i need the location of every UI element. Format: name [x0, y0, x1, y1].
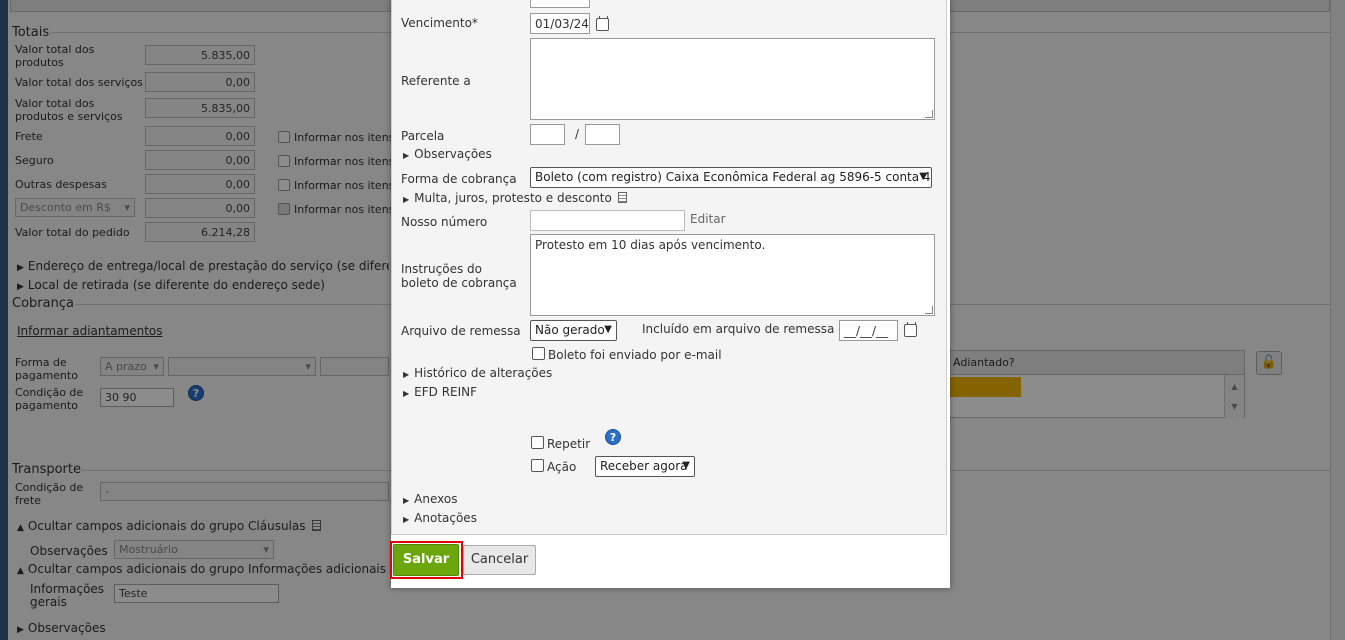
chevron-down-icon: ▼ [682, 460, 690, 471]
action-label: Ação [547, 460, 577, 474]
instructions-label: Instruções do boleto de cobrança [401, 262, 517, 290]
instructions-textarea[interactable]: Protesto em 10 dias após vencimento. [530, 234, 935, 316]
installment-label: Parcela [401, 129, 445, 143]
triangle-right-icon: ▶ [403, 515, 410, 524]
reference-label: Referente a [401, 74, 471, 88]
chevron-down-icon: ▼ [604, 324, 612, 335]
repeat-label: Repetir [547, 437, 591, 451]
installment-separator: / [575, 127, 580, 141]
save-button-highlight [390, 541, 463, 579]
our-number-input[interactable] [530, 210, 685, 231]
calendar-icon[interactable] [596, 16, 609, 31]
included-remittance-label: Incluído em arquivo de remessa em [642, 322, 858, 336]
cancel-button[interactable]: Cancelar [463, 545, 536, 575]
due-date-label: Vencimento* [401, 16, 478, 30]
triangle-right-icon: ▶ [403, 370, 410, 379]
triangle-right-icon: ▶ [403, 496, 410, 505]
remittance-label: Arquivo de remessa [401, 324, 521, 338]
edit-link[interactable]: Editar [690, 212, 726, 226]
history-toggle[interactable]: ▶ Histórico de alterações [403, 366, 552, 380]
document-icon [617, 192, 627, 203]
observations-toggle[interactable]: ▶ Observações [403, 147, 492, 161]
reference-textarea[interactable] [530, 38, 935, 120]
billing-method-select[interactable]: Boleto (com registro) Caixa Econômica Fe… [530, 167, 932, 188]
previous-date-input[interactable] [530, 0, 590, 8]
action-select[interactable]: Receber agora ▼ [595, 456, 695, 477]
calendar-icon[interactable] [904, 322, 917, 337]
email-sent-checkbox[interactable] [532, 347, 545, 360]
remittance-select[interactable]: Não gerado ▼ [530, 320, 617, 341]
billing-modal: Vencimento* 01/03/24 Referente a Parcela… [391, 0, 950, 588]
resize-grip-icon[interactable] [925, 306, 933, 314]
our-number-label: Nosso número [401, 215, 488, 229]
help-icon[interactable]: ? [605, 429, 621, 445]
notes-toggle[interactable]: ▶ Anotações [403, 511, 477, 525]
installment-number-input[interactable] [530, 124, 565, 145]
due-date-input[interactable]: 01/03/24 [530, 13, 590, 34]
action-checkbox[interactable] [531, 459, 544, 472]
modal-body: Vencimento* 01/03/24 Referente a Parcela… [391, 0, 947, 535]
fines-toggle[interactable]: ▶ Multa, juros, protesto e desconto [403, 191, 627, 205]
repeat-checkbox[interactable] [531, 436, 544, 449]
triangle-right-icon: ▶ [403, 151, 410, 160]
attachments-toggle[interactable]: ▶ Anexos [403, 492, 457, 506]
resize-grip-icon[interactable] [925, 110, 933, 118]
billing-method-label: Forma de cobrança [401, 172, 517, 186]
email-sent-label: Boleto foi enviado por e-mail [548, 348, 722, 362]
included-remittance-date-input[interactable]: __/__/__ [839, 320, 898, 341]
triangle-right-icon: ▶ [403, 195, 410, 204]
triangle-right-icon: ▶ [403, 389, 410, 398]
efd-reinf-toggle[interactable]: ▶ EFD REINF [403, 385, 477, 399]
installment-total-input[interactable] [585, 124, 620, 145]
chevron-down-icon: ▼ [919, 171, 927, 182]
